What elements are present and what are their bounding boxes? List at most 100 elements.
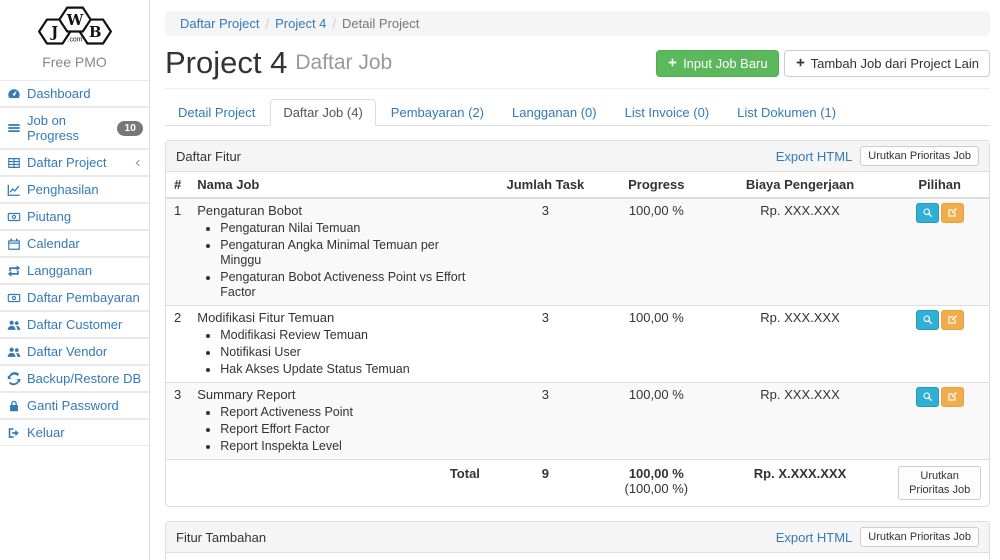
button-label: Input Job Baru [683,55,768,72]
export-html-link[interactable]: Export HTML [776,530,853,545]
sidebar-item-label: Daftar Pembayaran [27,290,140,305]
column-header-biaya-pengerjaan: Biaya Pengerjaan [710,172,891,198]
table-header-row: #Nama JobJumlah TaskProgressBiaya Penger… [166,172,989,198]
edit-button[interactable] [941,310,964,330]
tab-list-dokumen-1[interactable]: List Dokumen (1) [724,99,849,126]
sidebar-item-langganan[interactable]: Langganan [0,257,149,284]
column-header-biaya-pengerjaan: Biaya Pengerjaan [648,553,874,560]
sidebar-item-label: Piutang [27,209,71,224]
tambah-job-dari-project-lain-button[interactable]: Tambah Job dari Project Lain [784,50,990,77]
sort-priority-button[interactable]: Urutkan Prioritas Job [860,146,979,166]
sidebar-item-daftar-project[interactable]: Daftar Project [0,149,149,176]
tab-list-invoice-0[interactable]: List Invoice (0) [612,99,723,126]
table-row: 3 Summary Report Report Activeness PointRe… [166,383,989,460]
total-actions-cell: Urutkan Prioritas Job [890,460,989,507]
sidebar-item-label: Ganti Password [27,398,119,413]
plus-icon [667,55,678,72]
sidebar-item-penghasilan[interactable]: Penghasilan [0,176,149,203]
cost-cell: Rp. XXX.XXX [710,306,891,383]
dashboard-icon [7,87,21,101]
sidebar: J W B .com Free PMO DashboardJob on Prog… [0,0,150,560]
users-icon [7,345,21,359]
subtask-item: Modifikasi Review Temuan [220,328,480,343]
edit-button[interactable] [941,203,964,223]
input-job-baru-button[interactable]: Input Job Baru [656,50,779,77]
tab-daftar-job-4[interactable]: Daftar Job (4) [270,99,375,126]
sidebar-item-keluar[interactable]: Keluar [0,419,149,446]
sidebar-item-backup-restore-db[interactable]: Backup/Restore DB [0,365,149,392]
edit-icon [947,206,958,221]
search-button[interactable] [916,310,939,330]
panel-heading: Daftar FiturExport HTMLUrutkan Prioritas… [166,141,989,172]
subtask-item: Report Effort Factor [220,422,480,437]
job-name: Summary Report [197,387,480,403]
edit-button[interactable] [941,387,964,407]
total-spacer [166,460,189,507]
svg-text:.com: .com [67,37,82,44]
sidebar-menu: Dashboard Job on Progress 10 Daftar Project… [0,80,149,446]
breadcrumb-item-daftar-project[interactable]: Daftar Project [180,16,259,31]
sort-priority-button[interactable]: Urutkan Prioritas Job [860,527,979,547]
sign-out-icon [7,426,21,440]
sidebar-item-label: Backup/Restore DB [27,371,141,386]
breadcrumb-separator: / [259,16,275,31]
money-icon [7,210,21,224]
subtask-list: Pengaturan Nilai Temuan Pengaturan Angka … [220,221,480,300]
sidebar-item-label: Job on Progress [27,113,111,143]
column-header-progress: Progress [488,553,648,560]
sidebar-item-piutang[interactable]: Piutang [0,203,149,230]
subtask-list: Report Activeness PointReport Effort Fac… [220,405,480,454]
panel-fitur-tambahan: Fitur TambahanExport HTMLUrutkan Priorit… [165,521,990,560]
panel-tools: Export HTML Urutkan Prioritas Job [776,146,979,166]
total-row: Total9100,00 % (100,00 %)Rp. X.XXX.XXXUr… [166,460,989,507]
export-html-link[interactable]: Export HTML [776,149,853,164]
column-header-: # [166,553,189,560]
edit-icon [947,390,958,405]
users-icon [7,318,21,332]
task-count-cell: 3 [488,198,603,306]
tab-langganan-0[interactable]: Langganan (0) [499,99,610,126]
sort-priority-button[interactable]: Urutkan Prioritas Job [898,466,981,500]
page-header: Project 4 Daftar Job Input Job BaruTamba… [165,36,990,89]
sidebar-item-job-on-progress[interactable]: Job on Progress 10 [0,107,149,149]
task-count-cell: 3 [488,383,603,460]
actions-cell [890,383,989,460]
sidebar-item-dashboard[interactable]: Dashboard [0,80,149,107]
search-icon [922,206,933,221]
sidebar-item-label: Daftar Customer [27,317,122,332]
edit-icon [947,313,958,328]
column-header-nama-job: Nama Job [189,172,488,198]
subtask-list: Modifikasi Review TemuanNotifikasi UserH… [220,328,480,377]
total-progress-overall: (100,00 %) [625,481,689,496]
table-header-row: #Nama JobJumlah TaskProgressBiaya Penger… [166,553,989,560]
sidebar-item-daftar-customer[interactable]: Daftar Customer [0,311,149,338]
row-number: 1 [166,198,189,306]
sidebar-item-ganti-password[interactable]: Ganti Password [0,392,149,419]
tab-pembayaran-2[interactable]: Pembayaran (2) [378,99,497,126]
sidebar-item-calendar[interactable]: Calendar [0,230,149,257]
page-title: Project 4 [165,46,287,80]
subtask-item: Notifikasi User [220,345,480,360]
job-cell: Pengaturan BobotPengaturan Nilai TemuanP… [189,198,488,306]
svg-text:J: J [49,24,58,41]
breadcrumb-separator: / [326,16,342,31]
plus-icon [795,55,806,72]
breadcrumb-item-project-4[interactable]: Project 4 [275,16,326,31]
subtask-item: Pengaturan Nilai Temuan [220,221,480,236]
sidebar-item-daftar-vendor[interactable]: Daftar Vendor [0,338,149,365]
refresh-icon [7,372,21,386]
sidebar-item-daftar-pembayaran[interactable]: Daftar Pembayaran [0,284,149,311]
search-button[interactable] [916,203,939,223]
panel-daftar-fitur: Daftar FiturExport HTMLUrutkan Prioritas… [165,140,990,507]
tab-detail-project[interactable]: Detail Project [165,99,268,126]
brand-logo[interactable]: J W B .com [0,0,149,50]
table-icon [7,156,21,170]
main-content: Daftar Project/Project 4/Detail Project … [150,0,1000,560]
svg-text:W: W [65,12,83,29]
subtask-item: Pengaturan Angka Minimal Temuan per Ming… [220,238,480,268]
brand-name: Free PMO [0,54,149,70]
count-badge: 10 [117,121,143,136]
search-button[interactable] [916,387,939,407]
header-buttons: Input Job Baru Tambah Job dari Project La… [656,50,990,77]
job-name: Modifikasi Fitur Temuan [197,310,480,326]
